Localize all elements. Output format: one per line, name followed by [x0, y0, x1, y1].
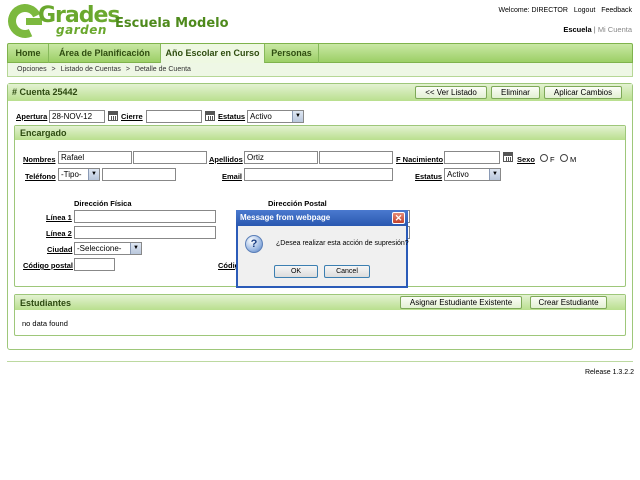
apellidos-field-2[interactable] [319, 151, 393, 164]
nombres-field-2[interactable] [133, 151, 207, 164]
logo-subtext: garden [56, 23, 107, 37]
school-link[interactable]: Escuela [563, 25, 591, 34]
ciudad-label: Ciudad [47, 245, 73, 254]
school-name: Escuela Modelo [115, 16, 229, 31]
telefono-tipo-select[interactable]: -Tipo- ▼ [58, 168, 100, 181]
telefono-label: Teléfono [25, 172, 56, 181]
nav-item-ano-escolar[interactable]: Año Escolar en Curso [161, 44, 265, 63]
top-links: Welcome: DIRECTOR Logout Feedback [495, 7, 632, 14]
linea2-field[interactable] [74, 226, 216, 239]
chevron-down-icon: ▼ [130, 243, 141, 254]
apertura-label: Apertura [16, 112, 48, 121]
telefono-tipo-value: -Tipo- [61, 170, 82, 179]
sexo-m-label: M [570, 155, 577, 164]
nacimiento-field[interactable] [444, 151, 500, 164]
direccion-postal-heading: Dirección Postal [268, 199, 327, 208]
eliminar-button[interactable]: Eliminar [491, 86, 540, 99]
email-label: Email [222, 172, 243, 181]
breadcrumb-listado[interactable]: Listado de Cuentas [61, 66, 121, 73]
aplicar-cambios-button[interactable]: Aplicar Cambios [544, 86, 622, 99]
nombres-field[interactable]: Rafael [58, 151, 132, 164]
welcome-text: Welcome: DIRECTOR [498, 7, 568, 14]
account-title: # Cuenta 25442 [12, 87, 78, 97]
cierre-label: Cierre [121, 112, 143, 121]
close-icon[interactable]: ✕ [392, 212, 405, 224]
nacimiento-calendar-icon[interactable] [503, 152, 513, 162]
breadcrumb-separator: > [51, 66, 56, 73]
nombres-label: Nombres [23, 155, 56, 164]
main-nav: Home Área de Planificación Año Escolar e… [7, 43, 633, 63]
sexo-label: Sexo [517, 155, 535, 164]
encargado-estatus-select[interactable]: Activo ▼ [444, 168, 501, 181]
estudiantes-title: Estudiantes [20, 298, 72, 308]
ver-listado-button[interactable]: << Ver Listado [415, 86, 487, 99]
estatus-select[interactable]: Activo ▼ [247, 110, 304, 123]
chevron-down-icon: ▼ [88, 169, 99, 180]
breadcrumb-separator: > [125, 66, 130, 73]
question-icon: ? [245, 235, 263, 253]
ciudad-value: -Seleccione- [77, 244, 122, 253]
my-account-link[interactable]: Mi Cuenta [598, 25, 632, 34]
link-separator: | [593, 25, 596, 34]
apellidos-label: Apellidos [209, 155, 243, 164]
apertura-field[interactable]: 28-NOV-12 [49, 110, 105, 123]
nav-item-home[interactable]: Home [8, 44, 49, 63]
sexo-f-label: F [550, 155, 555, 164]
cierre-field[interactable] [146, 110, 202, 123]
breadcrumb-opciones[interactable]: Opciones [17, 66, 47, 73]
codigo-postal-label: Código postal [23, 261, 73, 270]
nav-item-planificacion[interactable]: Área de Planificación [49, 44, 161, 63]
nacimiento-label: F Nacimiento [396, 155, 444, 164]
codigo-postal-field[interactable] [74, 258, 115, 271]
dialog-message: ¿Desea realizar esta acción de supresión… [276, 240, 409, 247]
linea1-field[interactable] [74, 210, 216, 223]
email-field[interactable] [244, 168, 393, 181]
crear-estudiante-button[interactable]: Crear Estudiante [530, 296, 607, 309]
telefono-field[interactable] [102, 168, 176, 181]
feedback-link[interactable]: Feedback [601, 7, 632, 14]
dialog-ok-button[interactable]: OK [274, 265, 318, 278]
chevron-down-icon: ▼ [292, 111, 303, 122]
account-links: Escuela | Mi Cuenta [563, 25, 632, 34]
dialog-title: Message from webpage [236, 210, 408, 226]
encargado-estatus-value: Activo [447, 170, 469, 179]
cierre-calendar-icon[interactable] [205, 111, 215, 121]
encargado-title: Encargado [20, 128, 67, 138]
ciudad-select[interactable]: -Seleccione- ▼ [74, 242, 142, 255]
estudiantes-empty-text: no data found [22, 319, 68, 328]
encargado-header [15, 126, 625, 140]
linea2-label: Línea 2 [46, 229, 72, 238]
direccion-fisica-heading: Dirección Física [74, 199, 132, 208]
logout-link[interactable]: Logout [574, 7, 595, 14]
sexo-m-radio[interactable] [560, 154, 568, 162]
apellidos-field[interactable]: Ortiz [244, 151, 318, 164]
estatus-value: Activo [250, 112, 272, 121]
apertura-calendar-icon[interactable] [108, 111, 118, 121]
sexo-f-radio[interactable] [540, 154, 548, 162]
breadcrumb: Opciones > Listado de Cuentas > Detalle … [7, 63, 633, 77]
breadcrumb-detalle: Detalle de Cuenta [134, 66, 191, 73]
encargado-estatus-label: Estatus [415, 172, 443, 181]
asignar-estudiante-button[interactable]: Asignar Estudiante Existente [400, 296, 522, 309]
linea1-label: Línea 1 [46, 213, 72, 222]
dialog-cancel-button[interactable]: Cancel [324, 265, 370, 278]
chevron-down-icon: ▼ [489, 169, 500, 180]
nav-item-personas[interactable]: Personas [265, 44, 319, 63]
estatus-label: Estatus [218, 112, 246, 121]
footer-divider [7, 361, 633, 362]
release-text: Release 1.3.2.2 [584, 369, 634, 376]
